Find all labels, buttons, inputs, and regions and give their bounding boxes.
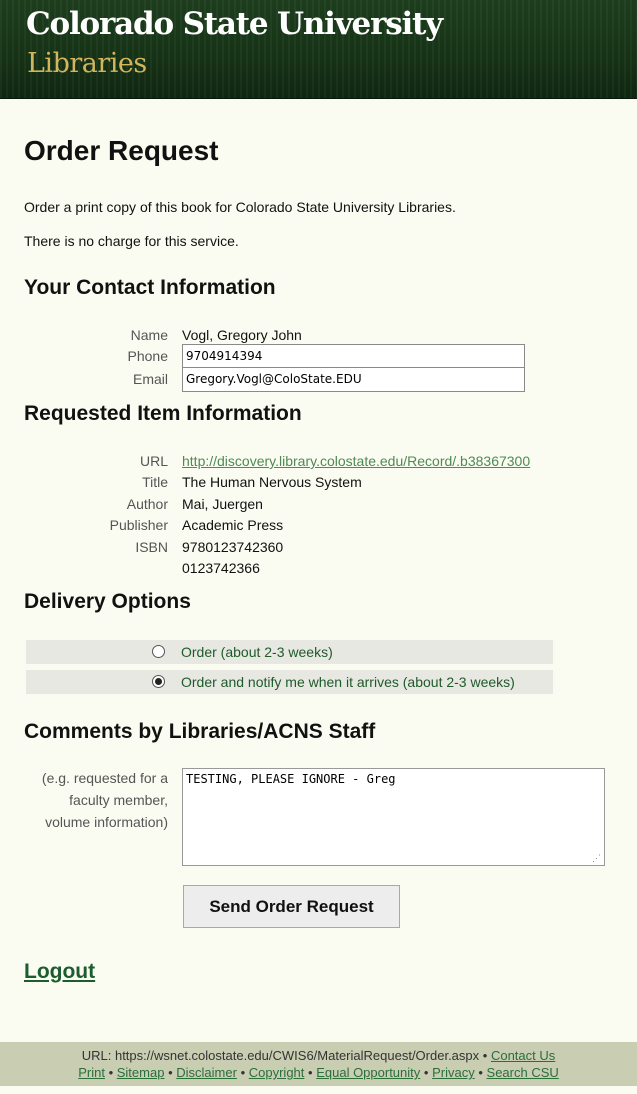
url-label: URL [139,453,168,469]
isbn-label: ISBN [135,539,168,555]
comments-hint: (e.g. requested for a faculty member, vo… [24,767,168,833]
intro-text: Order a print copy of this book for Colo… [24,199,456,215]
comments-textarea[interactable]: TESTING, PLEASE IGNORE - Greg [182,768,605,866]
email-label: Email [132,371,168,387]
separator: • [108,1065,114,1080]
separator: • [423,1065,429,1080]
title-value: The Human Nervous System [182,474,362,490]
hint-line: volume information) [45,814,168,830]
author-value: Mai, Juergen [182,496,263,512]
delivery-option-label[interactable]: Order and notify me when it arrives (abo… [181,674,515,690]
footer-link-privacy[interactable]: Privacy [432,1065,475,1080]
footer-link-disclaimer[interactable]: Disclaimer [176,1065,237,1080]
record-url-link[interactable]: http://discovery.library.colostate.edu/R… [182,453,530,469]
footer-link-print[interactable]: Print [78,1065,105,1080]
title-label: Title [142,474,168,490]
hint-line: (e.g. requested for a [41,770,168,786]
separator: • [478,1065,483,1080]
site-footer: URL: https://wsnet.colostate.edu/CWIS6/M… [0,1042,637,1086]
no-charge-text: There is no charge for this service. [24,233,239,249]
isbn-value: 0123742366 [182,560,260,576]
university-logo-text[interactable]: Colorado State University [26,6,443,42]
contact-us-link[interactable]: Contact Us [491,1048,555,1063]
contact-heading: Your Contact Information [24,276,276,299]
send-order-request-button[interactable]: Send Order Request [183,885,400,928]
isbn-value: 9780123742360 [182,539,284,555]
email-field[interactable]: Gregory.Vogl@ColoState.EDU [182,367,525,392]
footer-line-1: URL: https://wsnet.colostate.edu/CWIS6/M… [0,1048,637,1063]
phone-label: Phone [127,348,168,364]
separator: • [482,1048,488,1063]
radio-button[interactable] [152,645,165,658]
separator: • [168,1065,173,1080]
page-url-text: URL: https://wsnet.colostate.edu/CWIS6/M… [81,1048,480,1063]
page-title: Order Request [24,135,219,166]
radio-button-selected[interactable] [152,675,165,688]
footer-link-copyright[interactable]: Copyright [249,1065,305,1080]
comments-heading: Comments by Libraries/ACNS Staff [24,720,376,743]
delivery-heading: Delivery Options [24,590,191,613]
publisher-value: Academic Press [182,517,284,533]
footer-link-sitemap[interactable]: Sitemap [117,1065,165,1080]
site-header: Colorado State University Libraries [0,0,637,99]
footer-link-search-csu[interactable]: Search CSU [487,1065,559,1080]
separator: • [308,1065,313,1080]
delivery-option-label[interactable]: Order (about 2-3 weeks) [181,644,333,660]
author-label: Author [126,496,168,512]
logout-link[interactable]: Logout [24,960,95,984]
item-heading: Requested Item Information [24,402,302,425]
delivery-option[interactable]: Order (about 2-3 weeks) [26,640,553,664]
footer-link-equal-opportunity[interactable]: Equal Opportunity [316,1065,420,1080]
footer-line-2: Print • Sitemap • Disclaimer • Copyright… [0,1065,637,1080]
separator: • [240,1065,246,1080]
name-label: Name [130,327,168,343]
delivery-option-notify[interactable]: Order and notify me when it arrives (abo… [26,670,553,694]
name-value: Vogl, Gregory John [182,327,302,343]
publisher-label: Publisher [109,517,168,533]
hint-line: faculty member, [69,792,168,808]
phone-field[interactable]: 9704914394 [182,344,525,369]
resize-grip-icon[interactable]: ⋰ [592,853,601,864]
libraries-logo-text[interactable]: Libraries [27,48,147,79]
